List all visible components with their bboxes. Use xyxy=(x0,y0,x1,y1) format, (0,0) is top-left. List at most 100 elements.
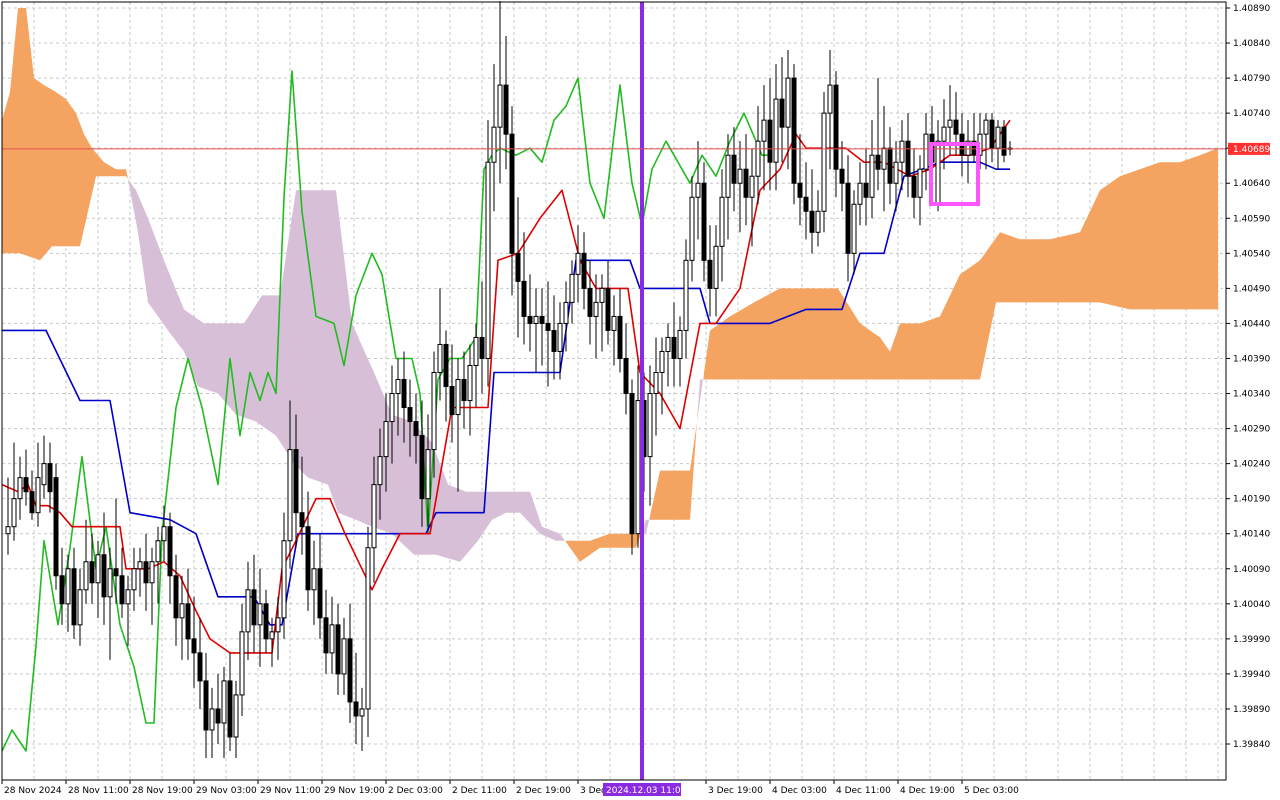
candle-bullish[interactable] xyxy=(473,336,479,366)
candle-bullish[interactable] xyxy=(77,589,83,626)
candle-bearish[interactable] xyxy=(191,638,197,654)
candle-bearish[interactable] xyxy=(1001,126,1007,156)
candle-bearish[interactable] xyxy=(59,575,65,605)
candle-bullish[interactable] xyxy=(245,589,251,633)
candle-bearish[interactable] xyxy=(731,154,737,184)
candle-bullish[interactable] xyxy=(941,126,947,142)
candle-bearish[interactable] xyxy=(623,357,629,395)
candle-bullish[interactable] xyxy=(137,561,143,570)
candle-bullish[interactable] xyxy=(935,140,941,205)
candle-bullish[interactable] xyxy=(749,175,755,198)
candle-bullish[interactable] xyxy=(737,168,743,184)
candle-bullish[interactable] xyxy=(815,210,821,233)
candle-bullish[interactable] xyxy=(755,140,761,177)
candle-bearish[interactable] xyxy=(875,154,881,170)
candle-bearish[interactable] xyxy=(263,603,269,640)
candle-bullish[interactable] xyxy=(371,484,377,549)
candle-bullish[interactable] xyxy=(869,154,875,198)
candle-bullish[interactable] xyxy=(329,624,335,654)
candle-bearish[interactable] xyxy=(845,182,851,254)
candle-bullish[interactable] xyxy=(827,84,833,114)
candle-bearish[interactable] xyxy=(173,575,179,619)
candle-bullish[interactable] xyxy=(155,540,161,563)
candle-bearish[interactable] xyxy=(545,322,551,331)
candle-bullish[interactable] xyxy=(41,463,47,486)
candle-bearish[interactable] xyxy=(587,287,593,317)
candle-bearish[interactable] xyxy=(503,84,509,135)
candle-bearish[interactable] xyxy=(101,554,107,598)
candle-bullish[interactable] xyxy=(455,379,461,416)
candle-bullish[interactable] xyxy=(389,393,395,423)
candle-bullish[interactable] xyxy=(611,315,617,331)
candle-bearish[interactable] xyxy=(143,561,149,584)
candle-bullish[interactable] xyxy=(131,568,137,591)
candle-bullish[interactable] xyxy=(11,498,17,528)
candle-bullish[interactable] xyxy=(785,77,791,128)
candle-bearish[interactable] xyxy=(113,568,119,577)
candle-bearish[interactable] xyxy=(317,568,323,619)
candle-bullish[interactable] xyxy=(65,568,71,605)
candle-bullish[interactable] xyxy=(683,259,689,331)
candle-bullish[interactable] xyxy=(665,336,671,352)
candle-bearish[interactable] xyxy=(671,336,677,359)
candle-bullish[interactable] xyxy=(5,526,11,535)
candle-bullish[interactable] xyxy=(851,203,857,254)
candle-bullish[interactable] xyxy=(635,400,641,535)
candle-bullish[interactable] xyxy=(659,350,665,373)
candle-bullish[interactable] xyxy=(899,140,905,163)
candle-bullish[interactable] xyxy=(239,631,245,696)
candle-bearish[interactable] xyxy=(305,526,311,591)
candle-bullish[interactable] xyxy=(311,568,317,591)
candle-bullish[interactable] xyxy=(383,421,389,458)
candle-bearish[interactable] xyxy=(251,589,257,626)
candle-bullish[interactable] xyxy=(269,631,275,640)
candle-bullish[interactable] xyxy=(437,343,443,373)
candle-bearish[interactable] xyxy=(911,175,917,198)
candle-bullish[interactable] xyxy=(947,119,953,128)
candle-bullish[interactable] xyxy=(83,561,89,591)
candle-bullish[interactable] xyxy=(881,147,887,170)
candle-bearish[interactable] xyxy=(119,575,125,605)
candle-bearish[interactable] xyxy=(215,708,221,724)
candle-bullish[interactable] xyxy=(395,379,401,395)
candle-bearish[interactable] xyxy=(185,603,191,640)
candle-bullish[interactable] xyxy=(995,126,1001,149)
candle-bullish[interactable] xyxy=(425,449,431,500)
candle-bearish[interactable] xyxy=(953,119,959,135)
candle-bullish[interactable] xyxy=(917,168,923,198)
candle-bullish[interactable] xyxy=(569,273,575,303)
candle-bullish[interactable] xyxy=(821,112,827,212)
candle-bullish[interactable] xyxy=(533,315,539,324)
candle-bearish[interactable] xyxy=(443,343,449,388)
candle-bullish[interactable] xyxy=(689,196,695,261)
candle-bearish[interactable] xyxy=(905,140,911,177)
candle-bullish[interactable] xyxy=(107,568,113,598)
candle-bullish[interactable] xyxy=(599,287,605,303)
candle-bullish[interactable] xyxy=(485,161,491,359)
candle-bullish[interactable] xyxy=(563,301,569,324)
candle-bullish[interactable] xyxy=(557,322,563,352)
candle-bearish[interactable] xyxy=(617,315,623,359)
candle-bullish[interactable] xyxy=(653,371,659,395)
candle-bearish[interactable] xyxy=(527,315,533,324)
candle-bearish[interactable] xyxy=(167,526,173,577)
candle-bullish[interactable] xyxy=(365,547,371,710)
candle-bearish[interactable] xyxy=(449,386,455,416)
candle-bearish[interactable] xyxy=(743,168,749,198)
candle-bullish[interactable] xyxy=(983,119,989,135)
candle-bullish[interactable] xyxy=(647,393,653,458)
candle-bullish[interactable] xyxy=(221,680,227,724)
ichimoku-chart[interactable]: 1.408901.408401.407901.407401.406901.406… xyxy=(0,0,1280,800)
candle-bearish[interactable] xyxy=(407,407,413,423)
candle-bearish[interactable] xyxy=(347,638,353,703)
candle-bearish[interactable] xyxy=(839,168,845,184)
candle-bearish[interactable] xyxy=(605,287,611,331)
candle-bearish[interactable] xyxy=(71,568,77,626)
candle-bullish[interactable] xyxy=(491,126,497,163)
candle-bullish[interactable] xyxy=(677,329,683,359)
candle-bearish[interactable] xyxy=(551,329,557,352)
candle-bullish[interactable] xyxy=(35,477,41,514)
candle-bearish[interactable] xyxy=(581,252,587,289)
candle-bearish[interactable] xyxy=(23,477,29,493)
candle-bearish[interactable] xyxy=(521,280,527,317)
